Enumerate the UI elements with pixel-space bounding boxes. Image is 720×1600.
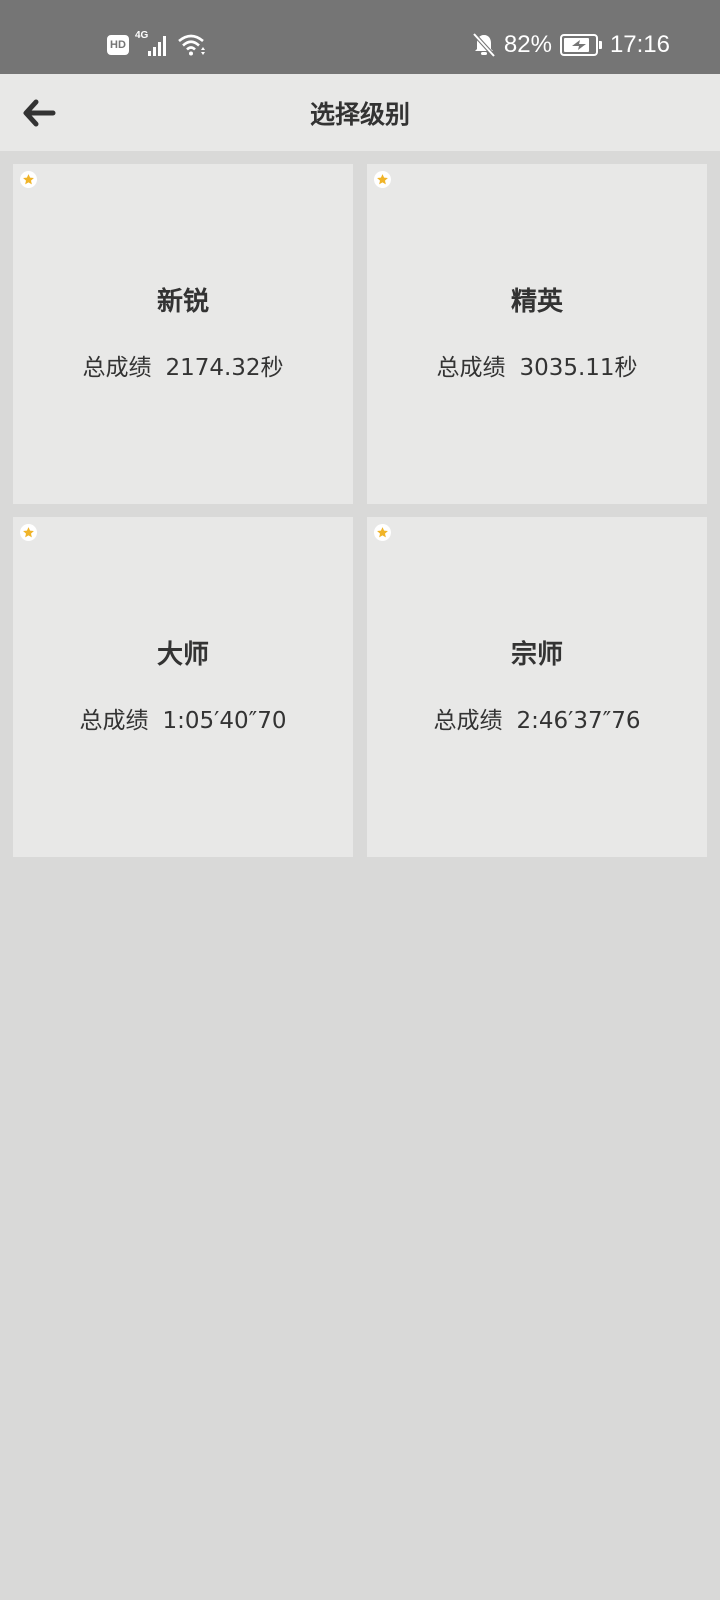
score-value: 2174.32秒 — [165, 354, 284, 381]
level-score: 总成绩 2174.32秒 — [82, 348, 283, 382]
score-label: 总成绩 — [79, 707, 149, 734]
score-value: 2:46′37″76 — [516, 707, 641, 734]
clock: 17:16 — [609, 31, 670, 58]
cellular-signal-icon: 4G — [135, 30, 171, 58]
level-name: 精英 — [510, 286, 563, 317]
status-right: 82% 17:16 — [472, 28, 670, 62]
level-name: 宗师 — [510, 639, 563, 670]
wifi-icon — [178, 34, 205, 56]
battery-percent: 82% — [503, 31, 552, 58]
level-score: 总成绩 3035.11秒 — [436, 348, 637, 382]
page-title: 选择级别 — [309, 99, 410, 129]
bell-off-icon — [472, 32, 496, 58]
status-bar: HD 4G 82% 17:16 — [0, 0, 720, 74]
level-score: 总成绩 1:05′40″70 — [80, 701, 287, 735]
star-icon — [374, 524, 391, 541]
back-button[interactable] — [18, 92, 60, 134]
level-name: 大师 — [156, 639, 209, 670]
score-label: 总成绩 — [433, 707, 503, 734]
battery-charging-icon — [559, 34, 602, 56]
level-card-rookie[interactable]: 新锐 总成绩 2174.32秒 — [13, 164, 353, 504]
level-grid: 新锐 总成绩 2174.32秒 精英 总成绩 3035.11秒 大师 总成绩 1… — [13, 164, 707, 857]
score-label: 总成绩 — [436, 354, 506, 381]
app-bar: 选择级别 — [0, 74, 720, 151]
star-icon — [20, 171, 37, 188]
score-value: 3035.11秒 — [519, 354, 638, 381]
score-label: 总成绩 — [82, 354, 152, 381]
level-card-grandmaster[interactable]: 宗师 总成绩 2:46′37″76 — [367, 517, 707, 857]
hd-icon: HD — [107, 35, 129, 55]
level-card-elite[interactable]: 精英 总成绩 3035.11秒 — [367, 164, 707, 504]
level-name: 新锐 — [156, 286, 209, 317]
score-value: 1:05′40″70 — [162, 707, 287, 734]
status-left: HD 4G — [107, 30, 207, 60]
star-icon — [20, 524, 37, 541]
level-card-master[interactable]: 大师 总成绩 1:05′40″70 — [13, 517, 353, 857]
level-score: 总成绩 2:46′37″76 — [434, 701, 641, 735]
star-icon — [374, 171, 391, 188]
arrow-left-icon — [23, 99, 56, 127]
